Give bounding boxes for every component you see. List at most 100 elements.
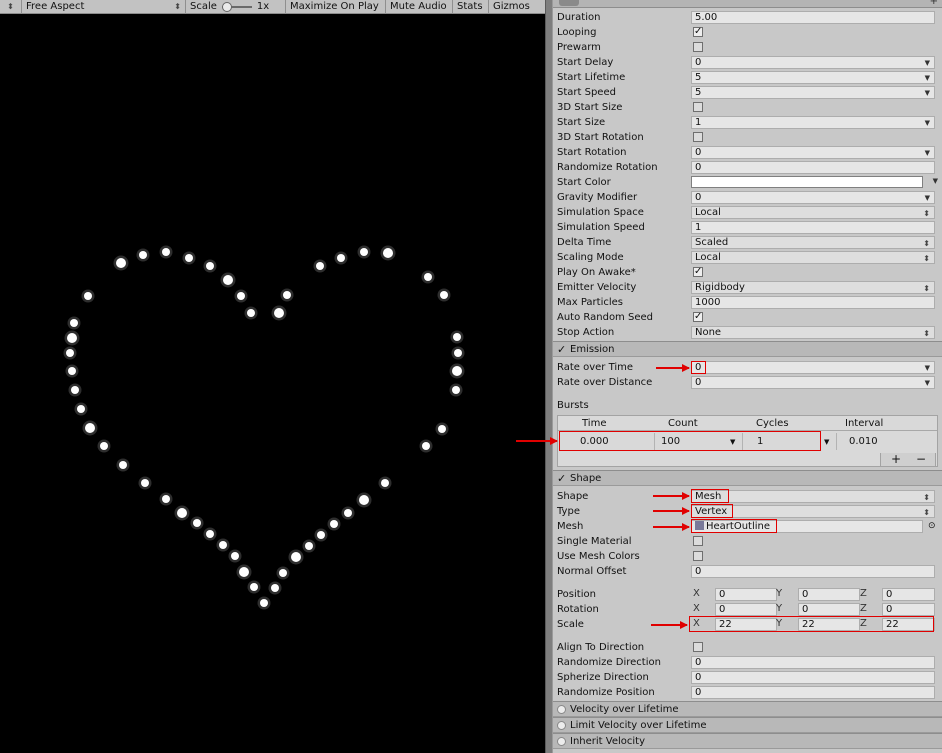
z-axis-label: Z <box>860 618 867 629</box>
add-burst-plus-icon[interactable]: + <box>891 453 901 465</box>
inherit-velocity-header[interactable]: Inherit Velocity <box>553 733 942 749</box>
module-toggle-icon[interactable] <box>557 705 566 714</box>
emission-module-header[interactable]: ✓ Emission <box>553 341 942 357</box>
auto-random-seed-checkbox[interactable]: ✓ <box>693 312 703 322</box>
scaling-mode-dropdown[interactable]: Local ⬍ <box>691 251 935 264</box>
start-lifetime-field[interactable]: 5 ▼ <box>691 71 935 84</box>
rotation-z-field[interactable]: 0 <box>882 603 935 616</box>
checkmark-icon[interactable]: ✓ <box>557 344 566 355</box>
gizmos-button[interactable]: Gizmos <box>489 0 545 14</box>
module-toggle-icon[interactable] <box>557 721 566 730</box>
start-rotation-3d-checkbox[interactable] <box>693 132 703 142</box>
single-material-checkbox[interactable] <box>693 536 703 546</box>
display-dropdown[interactable]: ⬍ <box>0 0 22 14</box>
rotation-y-field[interactable]: 0 <box>798 603 860 616</box>
particle <box>360 248 368 256</box>
position-z-field[interactable]: 0 <box>882 588 935 601</box>
up-down-arrows-icon: ⬍ <box>923 329 930 338</box>
use-mesh-colors-checkbox[interactable] <box>693 551 703 561</box>
burst-interval-field[interactable]: 0.010 <box>849 436 878 447</box>
randomize-direction-field[interactable]: 0 <box>691 656 935 669</box>
dropdown-arrow-icon[interactable]: ▼ <box>925 193 930 203</box>
randomize-rotation-field[interactable]: 0 <box>691 161 935 174</box>
randomize-position-field[interactable]: 0 <box>691 686 935 699</box>
remove-burst-minus-icon[interactable]: − <box>916 453 926 465</box>
mesh-object-field[interactable]: HeartOutline <box>691 520 923 533</box>
dropdown-arrow-icon[interactable]: ▼ <box>925 148 930 158</box>
rate-over-distance-field[interactable]: 0 ▼ <box>691 376 935 389</box>
shape-dropdown[interactable]: Mesh ⬍ <box>691 490 935 503</box>
dropdown-arrow-icon[interactable]: ▼ <box>925 118 930 128</box>
looping-checkbox[interactable]: ✓ <box>693 27 703 37</box>
dropdown-arrow-icon[interactable]: ▼ <box>925 378 930 388</box>
play-on-awake-checkbox[interactable]: ✓ <box>693 267 703 277</box>
panel-splitter[interactable] <box>545 0 553 753</box>
auto-random-seed-row: Auto Random Seed ✓ <box>553 310 942 325</box>
spherize-direction-field[interactable]: 0 <box>691 671 935 684</box>
normal-offset-field[interactable]: 0 <box>691 565 935 578</box>
mute-audio-button[interactable]: Mute Audio <box>386 0 453 14</box>
simulation-speed-field[interactable]: 1 <box>691 221 935 234</box>
shape-value: Mesh <box>695 491 722 502</box>
shape-module-header[interactable]: ✓ Shape <box>553 470 942 486</box>
dropdown-arrow-icon[interactable]: ▼ <box>925 88 930 98</box>
particle <box>85 423 95 433</box>
rate-over-time-field[interactable]: 0 ▼ <box>691 361 935 374</box>
duration-field[interactable]: 5.00 <box>691 11 935 24</box>
simulation-space-dropdown[interactable]: Local ⬍ <box>691 206 935 219</box>
dropdown-arrow-icon[interactable]: ▼ <box>925 73 930 83</box>
velocity-over-lifetime-header[interactable]: Velocity over Lifetime <box>553 701 942 717</box>
y-axis-label: Y <box>776 588 783 599</box>
burst-time-field[interactable]: 0.000 <box>580 436 609 447</box>
particle <box>162 248 170 256</box>
particle <box>237 292 245 300</box>
burst-cycles-field[interactable]: 1 <box>757 436 763 447</box>
delta-time-dropdown[interactable]: Scaled ⬍ <box>691 236 935 249</box>
dropdown-arrow-icon[interactable]: ▼ <box>933 177 938 185</box>
scale-y-field[interactable]: 22 <box>798 618 860 631</box>
max-particles-field[interactable]: 1000 <box>691 296 935 309</box>
start-color-swatch[interactable] <box>691 176 923 188</box>
start-size-3d-checkbox[interactable] <box>693 102 703 112</box>
start-delay-field[interactable]: 0 ▼ <box>691 56 935 69</box>
inspector-tab[interactable] <box>559 0 579 6</box>
particle <box>70 319 78 327</box>
burst-count-field[interactable]: 100 <box>661 436 680 447</box>
stop-action-dropdown[interactable]: None ⬍ <box>691 326 935 339</box>
start-rotation-field[interactable]: 0 ▼ <box>691 146 935 159</box>
particle <box>223 275 233 285</box>
scale-x-field[interactable]: 22 <box>715 618 777 631</box>
scale-slider[interactable] <box>221 1 252 12</box>
mesh-icon <box>695 521 704 530</box>
dropdown-arrow-icon[interactable]: ▼ <box>730 438 735 446</box>
prewarm-label: Prewarm <box>557 42 601 53</box>
start-size-field[interactable]: 1 ▼ <box>691 116 935 129</box>
position-x-field[interactable]: 0 <box>715 588 777 601</box>
dropdown-arrow-icon[interactable]: ▼ <box>824 438 829 446</box>
dropdown-arrow-icon[interactable]: ▼ <box>925 58 930 68</box>
scale-slider-knob[interactable] <box>221 1 232 12</box>
aspect-dropdown[interactable]: Free Aspect ⬍ <box>22 0 186 14</box>
start-speed-field[interactable]: 5 ▼ <box>691 86 935 99</box>
emitter-velocity-dropdown[interactable]: Rigidbody ⬍ <box>691 281 935 294</box>
add-icon[interactable]: + <box>930 0 938 7</box>
checkmark-icon[interactable]: ✓ <box>557 473 566 484</box>
module-toggle-icon[interactable] <box>557 737 566 746</box>
type-dropdown[interactable]: Vertex ⬍ <box>691 505 935 518</box>
stats-button[interactable]: Stats <box>453 0 489 14</box>
prewarm-checkbox[interactable] <box>693 42 703 52</box>
type-label: Type <box>557 506 580 517</box>
stop-action-row: Stop Action None ⬍ <box>553 325 942 340</box>
rotation-x-field[interactable]: 0 <box>715 603 777 616</box>
particle <box>84 292 92 300</box>
z-axis-label: Z <box>860 603 867 614</box>
align-to-direction-checkbox[interactable] <box>693 642 703 652</box>
dropdown-arrow-icon[interactable]: ▼ <box>925 363 930 373</box>
limit-velocity-header[interactable]: Limit Velocity over Lifetime <box>553 717 942 733</box>
maximize-on-play-button[interactable]: Maximize On Play <box>286 0 386 14</box>
gravity-modifier-field[interactable]: 0 ▼ <box>691 191 935 204</box>
gizmos-label: Gizmos <box>493 1 530 12</box>
scale-z-field[interactable]: 22 <box>882 618 935 631</box>
object-picker-icon[interactable]: ⊙ <box>928 521 936 531</box>
position-y-field[interactable]: 0 <box>798 588 860 601</box>
